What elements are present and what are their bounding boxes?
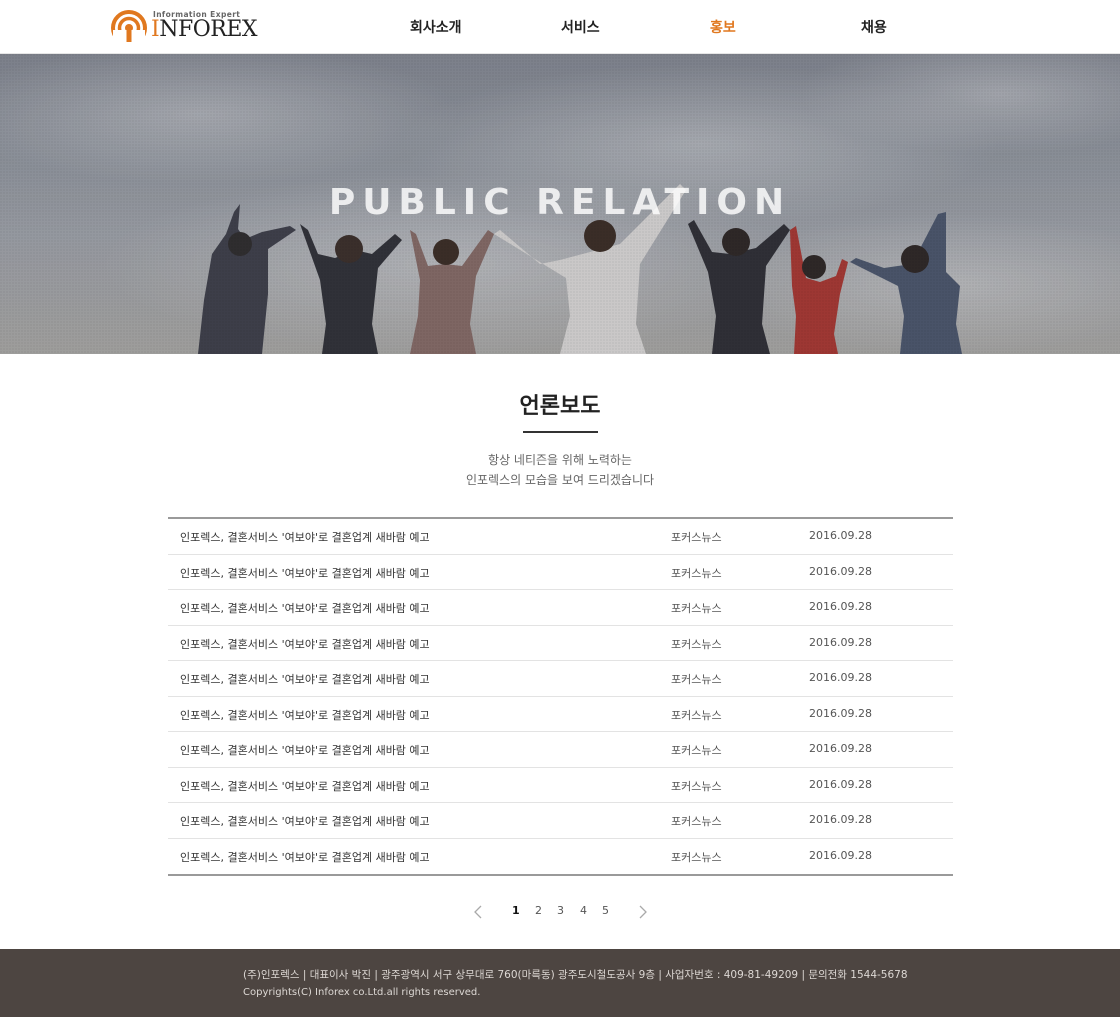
- news-title[interactable]: 인포렉스, 결혼서비스 '여보야'로 결혼업계 새바람 예고: [180, 671, 430, 687]
- news-table: 인포렉스, 결혼서비스 '여보야'로 결혼업계 새바람 예고 포커스뉴스 201…: [168, 517, 953, 876]
- section-title: 언론보도: [519, 394, 601, 419]
- news-source: 포커스뉴스: [671, 744, 722, 757]
- nav-careers[interactable]: 채용: [861, 17, 887, 37]
- nav-services[interactable]: 서비스: [561, 17, 600, 37]
- news-date: 2016.09.28: [809, 671, 872, 684]
- news-source: 포커스뉴스: [671, 602, 722, 615]
- table-row[interactable]: 인포렉스, 결혼서비스 '여보야'로 결혼업계 새바람 예고 포커스뉴스 201…: [168, 697, 953, 732]
- news-source: 포커스뉴스: [671, 708, 722, 722]
- pagination: 1 2 3 4 5: [0, 900, 1120, 924]
- news-title[interactable]: 인포렉스, 결혼서비스 '여보야'로 결혼업계 새바람 예고: [180, 636, 430, 652]
- table-row[interactable]: 인포렉스, 결혼서비스 '여보야'로 결혼업계 새바람 예고 포커스뉴스 201…: [168, 661, 953, 697]
- table-row[interactable]: 인포렉스, 결혼서비스 '여보야'로 결혼업계 새바람 예고 포커스뉴스 201…: [168, 519, 953, 555]
- title-underline: [523, 431, 598, 433]
- news-source: 포커스뉴스: [671, 637, 722, 651]
- logo-signal-icon: [109, 8, 149, 46]
- news-title[interactable]: 인포렉스, 결혼서비스 '여보야'로 결혼업계 새바람 예고: [180, 778, 430, 794]
- news-source: 포커스뉴스: [671, 779, 722, 793]
- table-row[interactable]: 인포렉스, 결혼서비스 '여보야'로 결혼업계 새바람 예고 포커스뉴스 201…: [168, 768, 953, 803]
- inforex-logo[interactable]: Information Expert INFOREX: [109, 8, 259, 46]
- news-date: 2016.09.28: [809, 777, 872, 791]
- logo-wordmark: INFOREX: [151, 17, 258, 42]
- hero-banner: PUBLIC RELATION: [0, 54, 1120, 354]
- page-4[interactable]: 4: [580, 904, 587, 917]
- news-date: 2016.09.28: [809, 529, 872, 542]
- news-source: 포커스뉴스: [671, 566, 722, 580]
- subtitle-line-2: 인포렉스의 모습을 보여 드리겠습니다: [465, 473, 655, 487]
- news-date: 2016.09.28: [809, 564, 872, 578]
- table-row[interactable]: 인포렉스, 결혼서비스 '여보야'로 결혼업계 새바람 예고 포커스뉴스 201…: [168, 839, 953, 875]
- news-source: 포커스뉴스: [671, 531, 722, 544]
- page-5[interactable]: 5: [602, 904, 609, 917]
- news-source: 포커스뉴스: [671, 815, 722, 828]
- news-date: 2016.09.28: [809, 742, 872, 755]
- site-header: Information Expert INFOREX 회사소개 서비스 홍보 채…: [0, 0, 1120, 54]
- news-date: 2016.09.28: [809, 635, 872, 649]
- page-2[interactable]: 2: [535, 904, 542, 917]
- news-title[interactable]: 인포렉스, 결혼서비스 '여보야'로 결혼업계 새바람 예고: [180, 529, 430, 545]
- page-3[interactable]: 3: [557, 904, 564, 917]
- table-row[interactable]: 인포렉스, 결혼서비스 '여보야'로 결혼업계 새바람 예고 포커스뉴스 201…: [168, 803, 953, 839]
- chevron-left-icon[interactable]: [471, 904, 485, 919]
- news-date: 2016.09.28: [809, 813, 872, 826]
- news-title[interactable]: 인포렉스, 결혼서비스 '여보야'로 결혼업계 새바람 예고: [180, 849, 430, 865]
- news-title[interactable]: 인포렉스, 결혼서비스 '여보야'로 결혼업계 새바람 예고: [180, 707, 430, 723]
- nav-pr[interactable]: 홍보: [710, 17, 736, 37]
- hero-title: PUBLIC RELATION: [328, 182, 792, 223]
- table-row[interactable]: 인포렉스, 결혼서비스 '여보야'로 결혼업계 새바람 예고 포커스뉴스 201…: [168, 626, 953, 661]
- page-1[interactable]: 1: [512, 904, 520, 917]
- table-row[interactable]: 인포렉스, 결혼서비스 '여보야'로 결혼업계 새바람 예고 포커스뉴스 201…: [168, 732, 953, 768]
- news-title[interactable]: 인포렉스, 결혼서비스 '여보야'로 결혼업계 새바람 예고: [180, 813, 430, 829]
- news-title[interactable]: 인포렉스, 결혼서비스 '여보야'로 결혼업계 새바람 예고: [180, 600, 430, 616]
- news-date: 2016.09.28: [809, 848, 872, 862]
- chevron-right-icon[interactable]: [636, 904, 650, 919]
- news-date: 2016.09.28: [809, 600, 872, 613]
- news-source: 포커스뉴스: [671, 673, 722, 686]
- news-date: 2016.09.28: [809, 706, 872, 720]
- news-title[interactable]: 인포렉스, 결혼서비스 '여보야'로 결혼업계 새바람 예고: [180, 742, 430, 758]
- nav-company[interactable]: 회사소개: [410, 17, 462, 37]
- table-row[interactable]: 인포렉스, 결혼서비스 '여보야'로 결혼업계 새바람 예고 포커스뉴스 201…: [168, 555, 953, 590]
- subtitle-line-1: 항상 네티즌을 위해 노력하는: [488, 453, 632, 467]
- table-row[interactable]: 인포렉스, 결혼서비스 '여보야'로 결혼업계 새바람 예고 포커스뉴스 201…: [168, 590, 953, 626]
- site-footer: (주)인포렉스 | 대표이사 박진 | 광주광역시 서구 상무대로 760(마륵…: [0, 949, 1120, 1017]
- footer-copyright: Copyrights(C) Inforex co.Ltd.all rights …: [243, 987, 481, 998]
- news-source: 포커스뉴스: [671, 850, 722, 864]
- footer-company-info: (주)인포렉스 | 대표이사 박진 | 광주광역시 서구 상무대로 760(마륵…: [243, 969, 908, 981]
- news-title[interactable]: 인포렉스, 결혼서비스 '여보야'로 결혼업계 새바람 예고: [180, 565, 430, 581]
